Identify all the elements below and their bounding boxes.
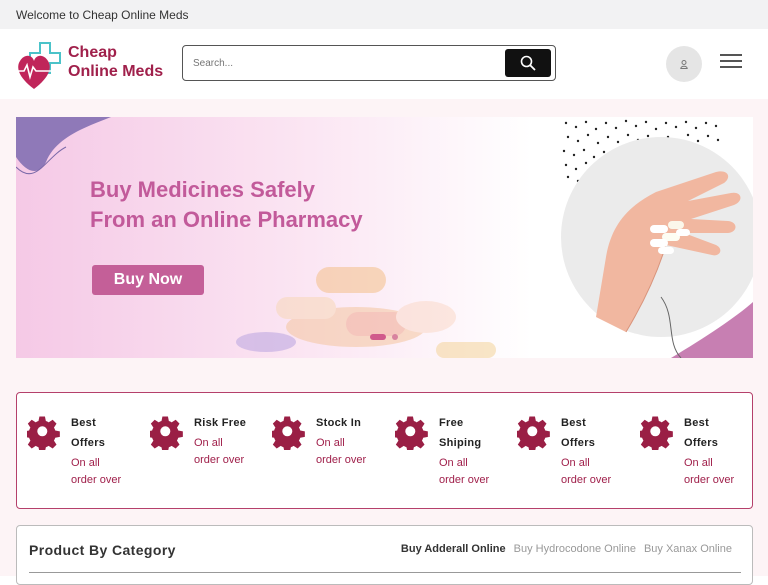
logo-line1: Cheap (68, 44, 117, 61)
buy-now-button[interactable]: Buy Now (92, 265, 204, 295)
gear-icon (517, 416, 550, 450)
menu-line (720, 66, 742, 68)
feature-subtitle: On all order over (316, 437, 367, 466)
product-category-section: Product By Category Buy Adderall Online … (16, 525, 753, 585)
gear-icon (640, 416, 673, 450)
gear-icon (150, 416, 183, 450)
welcome-bar: Welcome to Cheap Online Meds (0, 0, 768, 29)
search-box (182, 45, 556, 81)
section-title: Product By Category (29, 542, 176, 558)
hero-title-line1: Buy Medicines Safely (90, 177, 315, 202)
hero-decoration (16, 117, 753, 358)
feature-item: Free Shiping On all order over (385, 413, 505, 493)
feature-item: Stock In On all order over (262, 413, 382, 493)
gear-icon (395, 416, 428, 450)
hero-title-line2: From an Online Pharmacy (90, 207, 363, 232)
welcome-text: Welcome to Cheap Online Meds (16, 8, 189, 22)
feature-item: Best Offers On all order over (630, 413, 750, 493)
features-panel: Best Offers On all order over Risk Free On… (16, 392, 753, 509)
site-logo[interactable]: Cheap Online Meds (16, 37, 176, 93)
feature-item: Best Offers On all order over (507, 413, 627, 493)
feature-title: Best Offers (71, 417, 106, 449)
site-header: Cheap Online Meds (0, 29, 768, 99)
carousel-dot[interactable] (392, 334, 398, 340)
divider (29, 572, 741, 573)
logo-line2: Online Meds (68, 63, 164, 80)
search-input[interactable] (193, 56, 493, 70)
menu-line (720, 60, 742, 62)
feature-subtitle: On all order over (561, 457, 612, 486)
search-button[interactable] (505, 49, 551, 77)
account-button[interactable] (666, 46, 702, 82)
heart-pulse-logo-icon (16, 42, 61, 89)
carousel-dot-active[interactable] (370, 334, 386, 340)
hero-title: Buy Medicines Safely From an Online Phar… (90, 175, 363, 235)
hamburger-menu-button[interactable] (720, 54, 742, 70)
feature-title: Best Offers (684, 417, 719, 449)
feature-subtitle: On all order over (71, 457, 122, 486)
search-icon (520, 55, 536, 71)
logo-text: Cheap Online Meds (68, 43, 163, 81)
feature-item: Risk Free On all order over (140, 413, 260, 493)
gear-icon (272, 416, 305, 450)
feature-item: Best Offers On all order over (17, 413, 137, 493)
category-tabs: Buy Adderall Online Buy Hydrocodone Onli… (401, 543, 732, 555)
user-icon (680, 59, 688, 69)
feature-title: Best Offers (561, 417, 596, 449)
feature-subtitle: On all order over (684, 457, 735, 486)
menu-line (720, 54, 742, 56)
tab-hydrocodone[interactable]: Buy Hydrocodone Online (514, 543, 636, 555)
tab-xanax[interactable]: Buy Xanax Online (644, 543, 732, 555)
tab-adderall[interactable]: Buy Adderall Online (401, 543, 506, 555)
hero-banner[interactable]: Buy Medicines Safely From an Online Phar… (16, 117, 753, 358)
gear-icon (27, 416, 60, 450)
feature-title: Stock In (316, 417, 362, 429)
